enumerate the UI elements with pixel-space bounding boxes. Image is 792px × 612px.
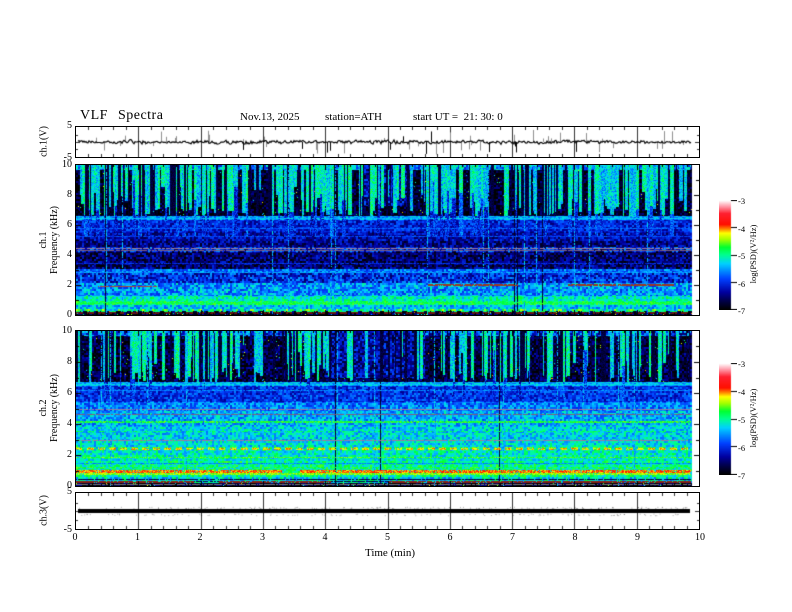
ch2-frequency-axis-label-line2: Frequency (kHz)	[49, 373, 60, 443]
colorbar-ch1-tick-label: -3	[738, 196, 746, 206]
colorbar-ch2-gradient	[719, 363, 737, 475]
ch2_spectrogram-y-tick-label: 10	[62, 325, 72, 336]
x-tick-label: 7	[510, 532, 515, 543]
ch3-voltage-y-tick-label: -5	[63, 524, 72, 535]
colorbar-ch1	[719, 200, 737, 310]
ch1_spectrogram-y-tick-label: 2	[67, 279, 72, 290]
colorbar-ch1-tick-label: -5	[738, 251, 746, 261]
ch2_spectrogram-y-tick-label: 0	[67, 480, 72, 491]
x-tick-label: 3	[260, 532, 265, 543]
colorbar-ch2-tick-label: -3	[738, 359, 746, 369]
ch1-spectrogram-plot	[76, 165, 699, 315]
x-axis-title: Time (min)	[364, 547, 415, 559]
colorbar-ch2-tick-label: -6	[738, 443, 746, 453]
ch1-frequency-axis-label-line1: ch.1	[38, 231, 49, 249]
figure-title: VLF Spectra	[80, 108, 164, 123]
panel-ch1-spectrogram	[75, 164, 700, 316]
ch1_spectrogram-y-tick-label: 6	[67, 219, 72, 230]
ch1_spectrogram-y-tick-label: 10	[62, 159, 72, 170]
ch3-voltage-plot	[76, 493, 699, 529]
colorbar-ch2-tick-label: -4	[738, 387, 746, 397]
ch1_spectrogram-y-tick-label: 4	[67, 249, 72, 260]
x-tick-label: 1	[135, 532, 140, 543]
colorbar-ch2-tick-label: -7	[738, 471, 746, 481]
ch1-voltage-y-tick-label: 5	[67, 120, 72, 131]
ch1-frequency-axis-label-line2: Frequency (kHz)	[49, 205, 60, 275]
ch2_spectrogram-y-tick-label: 2	[67, 449, 72, 460]
panel-ch3-voltage	[75, 492, 700, 530]
x-tick-label: 2	[197, 532, 203, 543]
x-tick-label: 5	[385, 532, 390, 543]
ch2_spectrogram-y-tick-label: 8	[67, 356, 72, 367]
ch2-spectrogram-plot	[76, 331, 699, 486]
ch1_spectrogram-y-tick-label: 8	[67, 189, 72, 200]
colorbar-ch2-tick-label: -5	[738, 415, 746, 425]
colorbar-ch2	[719, 363, 737, 475]
ch1_spectrogram-y-tick-label: 0	[67, 309, 72, 320]
colorbar-ch1-tick-label: -6	[738, 278, 746, 289]
ch2-frequency-axis-label-line1: ch.2	[38, 399, 49, 417]
panel-ch1-voltage	[75, 126, 700, 158]
ch1-voltage-plot	[76, 127, 699, 157]
x-tick-label: 8	[572, 532, 578, 543]
ch2_spectrogram-y-tick-label: 6	[67, 387, 72, 398]
x-tick-label: 9	[635, 532, 640, 543]
x-tick-label: 4	[322, 532, 328, 543]
ch2-frequency-axis-label: ch.2 Frequency (kHz)	[38, 332, 60, 484]
x-tick-label: 10	[695, 532, 705, 543]
ch1-frequency-axis-label: ch.1 Frequency (kHz)	[38, 164, 60, 316]
colorbar-ch1-tick-label: -7	[738, 306, 746, 316]
x-tick-label: 6	[447, 532, 453, 543]
panel-ch2-spectrogram	[75, 330, 700, 487]
station-label: station=ATH	[325, 111, 382, 123]
figure-date: Nov.13, 2025	[240, 111, 300, 123]
ch2_spectrogram-y-tick-label: 4	[67, 418, 72, 429]
start-ut-label: start UT = 21: 30: 0	[413, 111, 503, 123]
vlf-spectra-figure: VLF Spectra Nov.13, 2025 station=ATH sta…	[0, 0, 792, 612]
colorbar-ch1-tick-label: -4	[738, 223, 746, 234]
colorbar-ch1-gradient	[719, 200, 737, 310]
